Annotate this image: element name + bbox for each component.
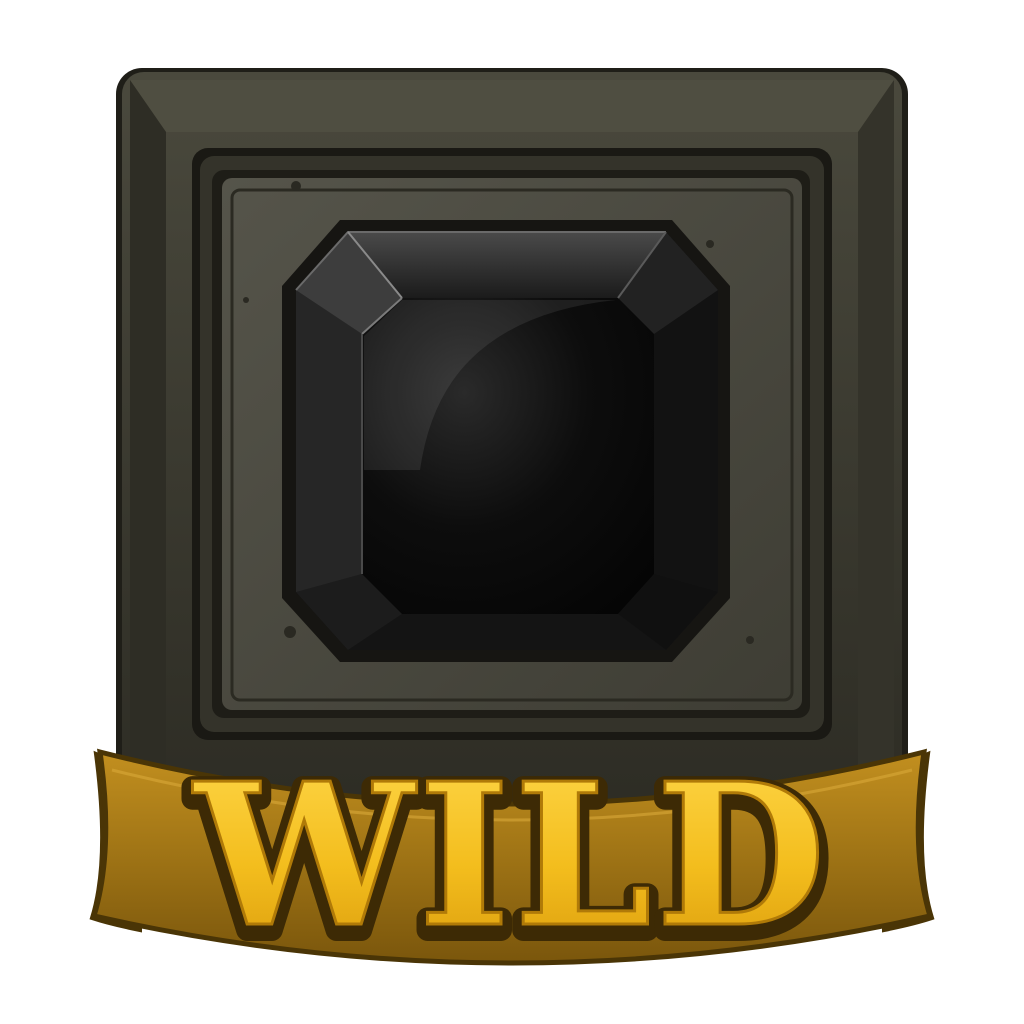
wild-symbol-tile: WILD WILD (0, 0, 1024, 1024)
wild-symbol-art: WILD WILD (89, 68, 935, 988)
wild-label: WILD WILD (181, 736, 837, 988)
black-octagon-gem-icon (282, 220, 730, 662)
wild-label-text: WILD (192, 741, 830, 971)
